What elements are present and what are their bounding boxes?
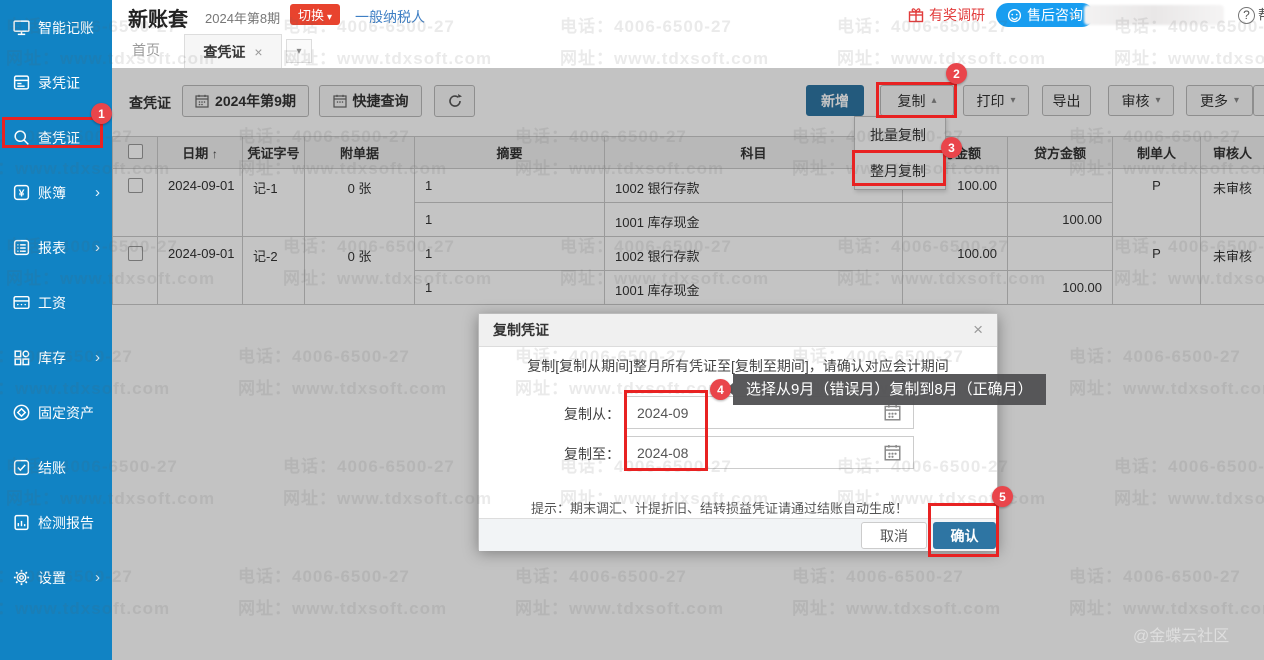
chevron-right-icon: › (95, 239, 100, 256)
sidebar-item-label: 工资 (38, 293, 66, 313)
closing-icon (11, 458, 31, 478)
current-period: 2024年第8期 (205, 8, 280, 27)
copy-from-label: 复制从： (528, 404, 620, 424)
survey-link[interactable]: 有奖调研 (908, 5, 985, 25)
sidebar-item-1[interactable]: 智能记账 (0, 0, 112, 55)
sidebar-item-label: 账簿 (38, 183, 66, 203)
monitor-icon (11, 18, 31, 38)
dialog-footer: 取消 确认 (479, 518, 997, 551)
dialog-hint: 提示：期末调汇、计提折旧、结转损益凭证请通过结账自动生成！ (531, 498, 908, 517)
report-icon (11, 238, 31, 258)
sidebar-item-label: 检测报告 (38, 513, 94, 533)
sidebar-item-11[interactable]: 设置 › (0, 550, 112, 605)
sidebar-item-label: 报表 (38, 238, 66, 258)
asset-icon (11, 403, 31, 423)
sidebar-item-10[interactable]: 检测报告 (0, 495, 112, 550)
redacted-user-info (1084, 5, 1224, 25)
svg-text:¥: ¥ (18, 188, 24, 200)
dialog-message: 复制[复制从期间]整月所有凭证至[复制至期间]，请确认对应会计期间 (479, 356, 997, 376)
gift-icon (908, 7, 924, 23)
headset-icon (1007, 8, 1022, 23)
back-arrow-icon: ← (1067, 6, 1081, 22)
copy-voucher-dialog: 复制凭证 × 复制[复制从期间]整月所有凭证至[复制至期间]，请确认对应会计期间… (478, 313, 998, 550)
sidebar-item-label: 设置 (38, 568, 66, 588)
sidebar-item-label: 固定资产 (38, 403, 94, 423)
help-link[interactable]: ?帮 (1238, 5, 1264, 25)
search-icon (11, 128, 31, 148)
sidebar-item-9[interactable]: 结账 (0, 440, 112, 495)
chevron-right-icon: › (95, 349, 100, 366)
confirm-button[interactable]: 确认 (933, 522, 996, 549)
form-icon (11, 73, 31, 93)
chevron-right-icon: › (95, 184, 100, 201)
switch-workbook-button[interactable]: 切换▾ (290, 4, 340, 25)
copy-to-row: 复制至： (479, 436, 997, 469)
sidebar-item-6[interactable]: 工资 (0, 275, 112, 330)
sidebar: 智能记账录凭证查凭证 ¥ 账簿 › 报表 › 工资库存 › 固定资产结账检测报告设置 › (0, 0, 112, 660)
yen-icon: ¥ (11, 183, 31, 203)
tab-home[interactable]: 首页 (132, 40, 160, 60)
copy-to-input[interactable] (626, 436, 914, 469)
annotation-tooltip: 选择从9月（错误月）复制到8月（正确月） (733, 374, 1046, 405)
sidebar-item-8[interactable]: 固定资产 (0, 385, 112, 440)
tab-bar: 首页 查凭证 × ▾ (112, 30, 1264, 68)
tab-voucher-query[interactable]: 查凭证 × (184, 34, 282, 68)
top-header: 新账套 2024年第8期 切换▾ 一般纳税人 有奖调研 售后咨询 ← ?帮 (112, 0, 1264, 30)
app-root: 智能记账录凭证查凭证 ¥ 账簿 › 报表 › 工资库存 › 固定资产结账检测报告设置 › 新账套 … (0, 0, 1264, 660)
sidebar-item-label: 结账 (38, 458, 66, 478)
salary-icon (11, 293, 31, 313)
sidebar-item-label: 查凭证 (38, 128, 80, 148)
check-report-icon (11, 513, 31, 533)
tab-close-icon[interactable]: × (254, 44, 262, 60)
inventory-icon (11, 348, 31, 368)
tooltip-arrow-icon (726, 383, 733, 395)
sidebar-item-label: 库存 (38, 348, 66, 368)
sidebar-item-3[interactable]: 查凭证 (0, 110, 112, 165)
workbook-title: 新账套 (128, 3, 188, 32)
calendar-icon[interactable] (884, 444, 901, 461)
taxpayer-type-link[interactable]: 一般纳税人 (355, 7, 425, 27)
tab-list-dropdown[interactable]: ▾ (286, 39, 312, 63)
dialog-title: 复制凭证 (493, 320, 549, 340)
sidebar-item-5[interactable]: 报表 › (0, 220, 112, 275)
dialog-titlebar: 复制凭证 × (479, 314, 997, 347)
sidebar-item-7[interactable]: 库存 › (0, 330, 112, 385)
calendar-icon[interactable] (884, 404, 901, 421)
question-icon: ? (1238, 7, 1255, 24)
copy-to-label: 复制至： (528, 444, 620, 464)
dialog-close-icon[interactable]: × (973, 320, 983, 340)
sidebar-item-label: 智能记账 (38, 18, 94, 38)
chevron-right-icon: › (95, 569, 100, 586)
sidebar-item-4[interactable]: ¥ 账簿 › (0, 165, 112, 220)
sidebar-item-label: 录凭证 (38, 73, 80, 93)
cancel-button[interactable]: 取消 (861, 522, 927, 549)
gear-icon (11, 568, 31, 588)
caret-down-icon: ▾ (296, 46, 301, 57)
caret-down-icon: ▾ (327, 12, 332, 23)
sidebar-item-2[interactable]: 录凭证 (0, 55, 112, 110)
